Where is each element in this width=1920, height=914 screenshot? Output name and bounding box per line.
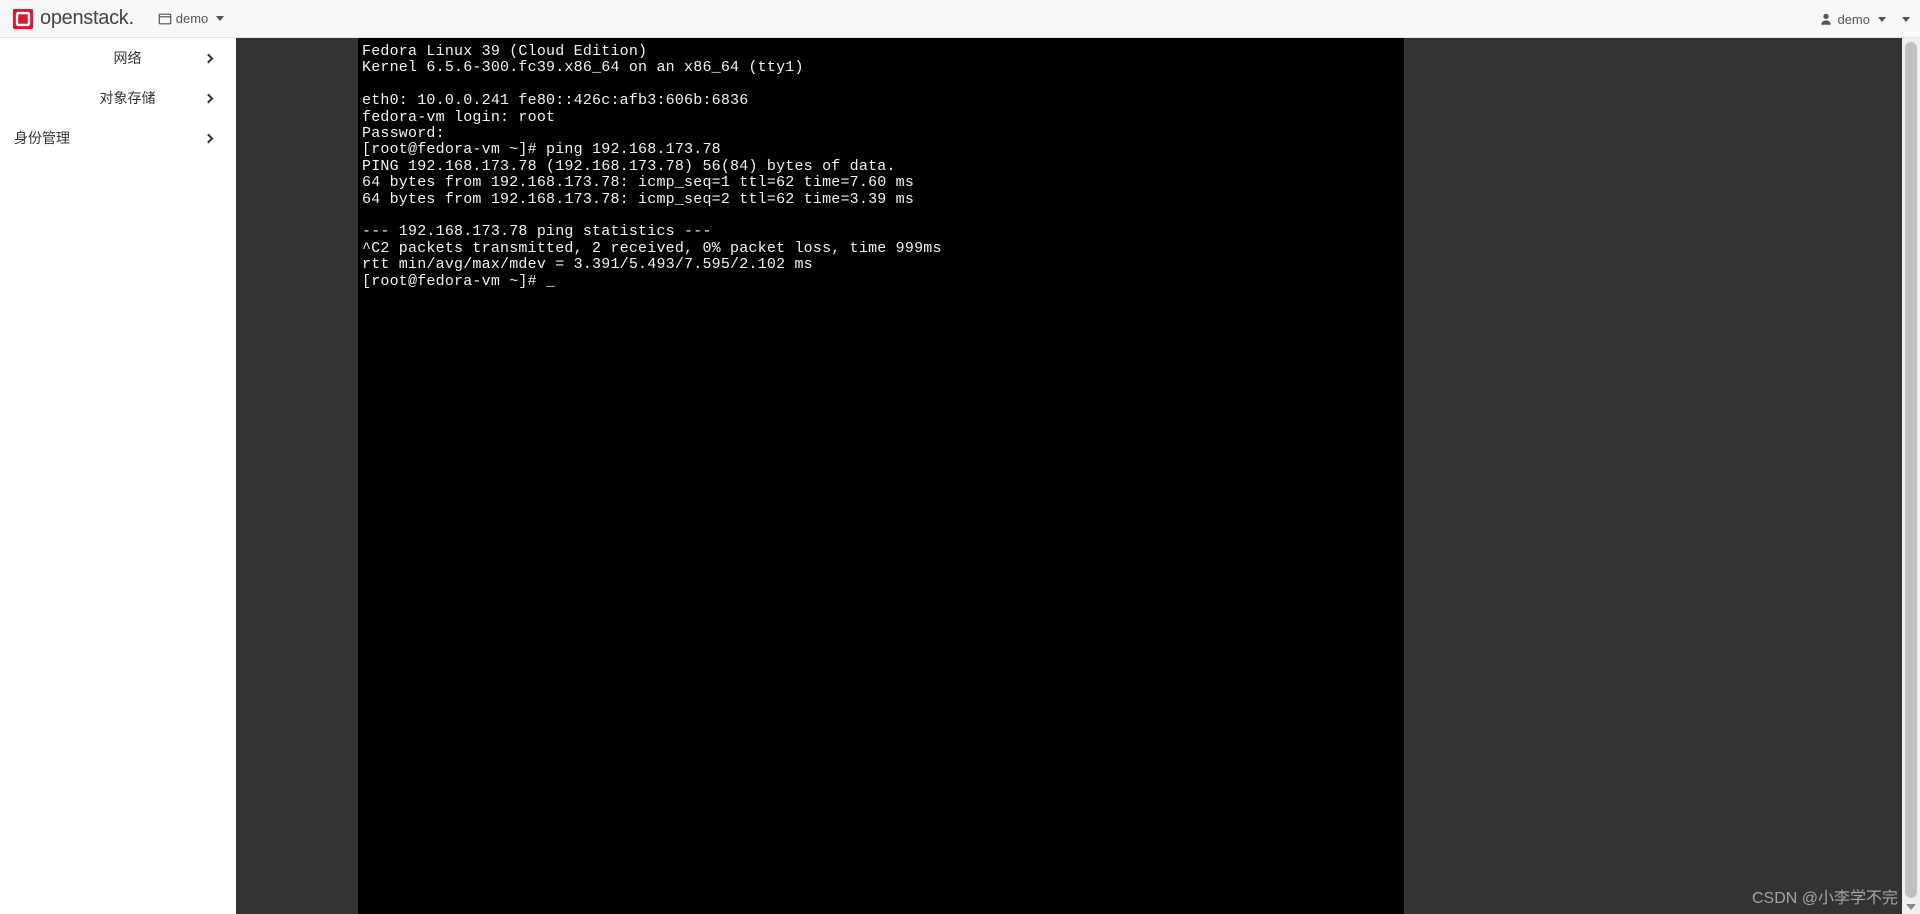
project-icon	[158, 12, 172, 26]
chevron-right-icon	[204, 133, 214, 143]
topbar: openstack. demo demo	[0, 0, 1920, 38]
scroll-down-icon	[1906, 904, 1916, 910]
user-icon	[1819, 12, 1833, 26]
sidebar-item-object-storage[interactable]: 对象存储	[0, 78, 236, 118]
topbar-right: demo	[1809, 0, 1910, 38]
sidebar-item-label: 身份管理	[0, 128, 205, 148]
sidebar: 网络 对象存储 身份管理	[0, 38, 236, 914]
openstack-logo-icon	[12, 8, 34, 30]
caret-down-icon	[1878, 17, 1886, 22]
sidebar-item-identity[interactable]: 身份管理	[0, 118, 236, 158]
scrollbar-thumb[interactable]	[1905, 42, 1917, 898]
page-body: 网络 对象存储 身份管理 Fedora Linux 39 (Cloud Edit…	[0, 38, 1920, 914]
chevron-right-icon	[204, 93, 214, 103]
scrollbar[interactable]	[1902, 38, 1920, 914]
chevron-right-icon	[204, 53, 214, 63]
console-frame: Fedora Linux 39 (Cloud Edition) Kernel 6…	[358, 38, 1404, 914]
main-content: Fedora Linux 39 (Cloud Edition) Kernel 6…	[236, 38, 1920, 914]
project-selector[interactable]: demo	[148, 5, 235, 32]
user-menu-label: demo	[1837, 12, 1870, 27]
console-output[interactable]: Fedora Linux 39 (Cloud Edition) Kernel 6…	[358, 44, 1404, 290]
sidebar-item-label: 对象存储	[0, 88, 205, 108]
project-selector-label: demo	[176, 11, 209, 26]
sidebar-item-network[interactable]: 网络	[0, 38, 236, 78]
sidebar-item-label: 网络	[0, 48, 205, 68]
brand-text: openstack.	[40, 7, 134, 30]
caret-down-icon	[1902, 17, 1910, 22]
caret-down-icon	[216, 16, 224, 21]
brand[interactable]: openstack.	[12, 7, 134, 30]
user-menu[interactable]: demo	[1809, 6, 1896, 33]
